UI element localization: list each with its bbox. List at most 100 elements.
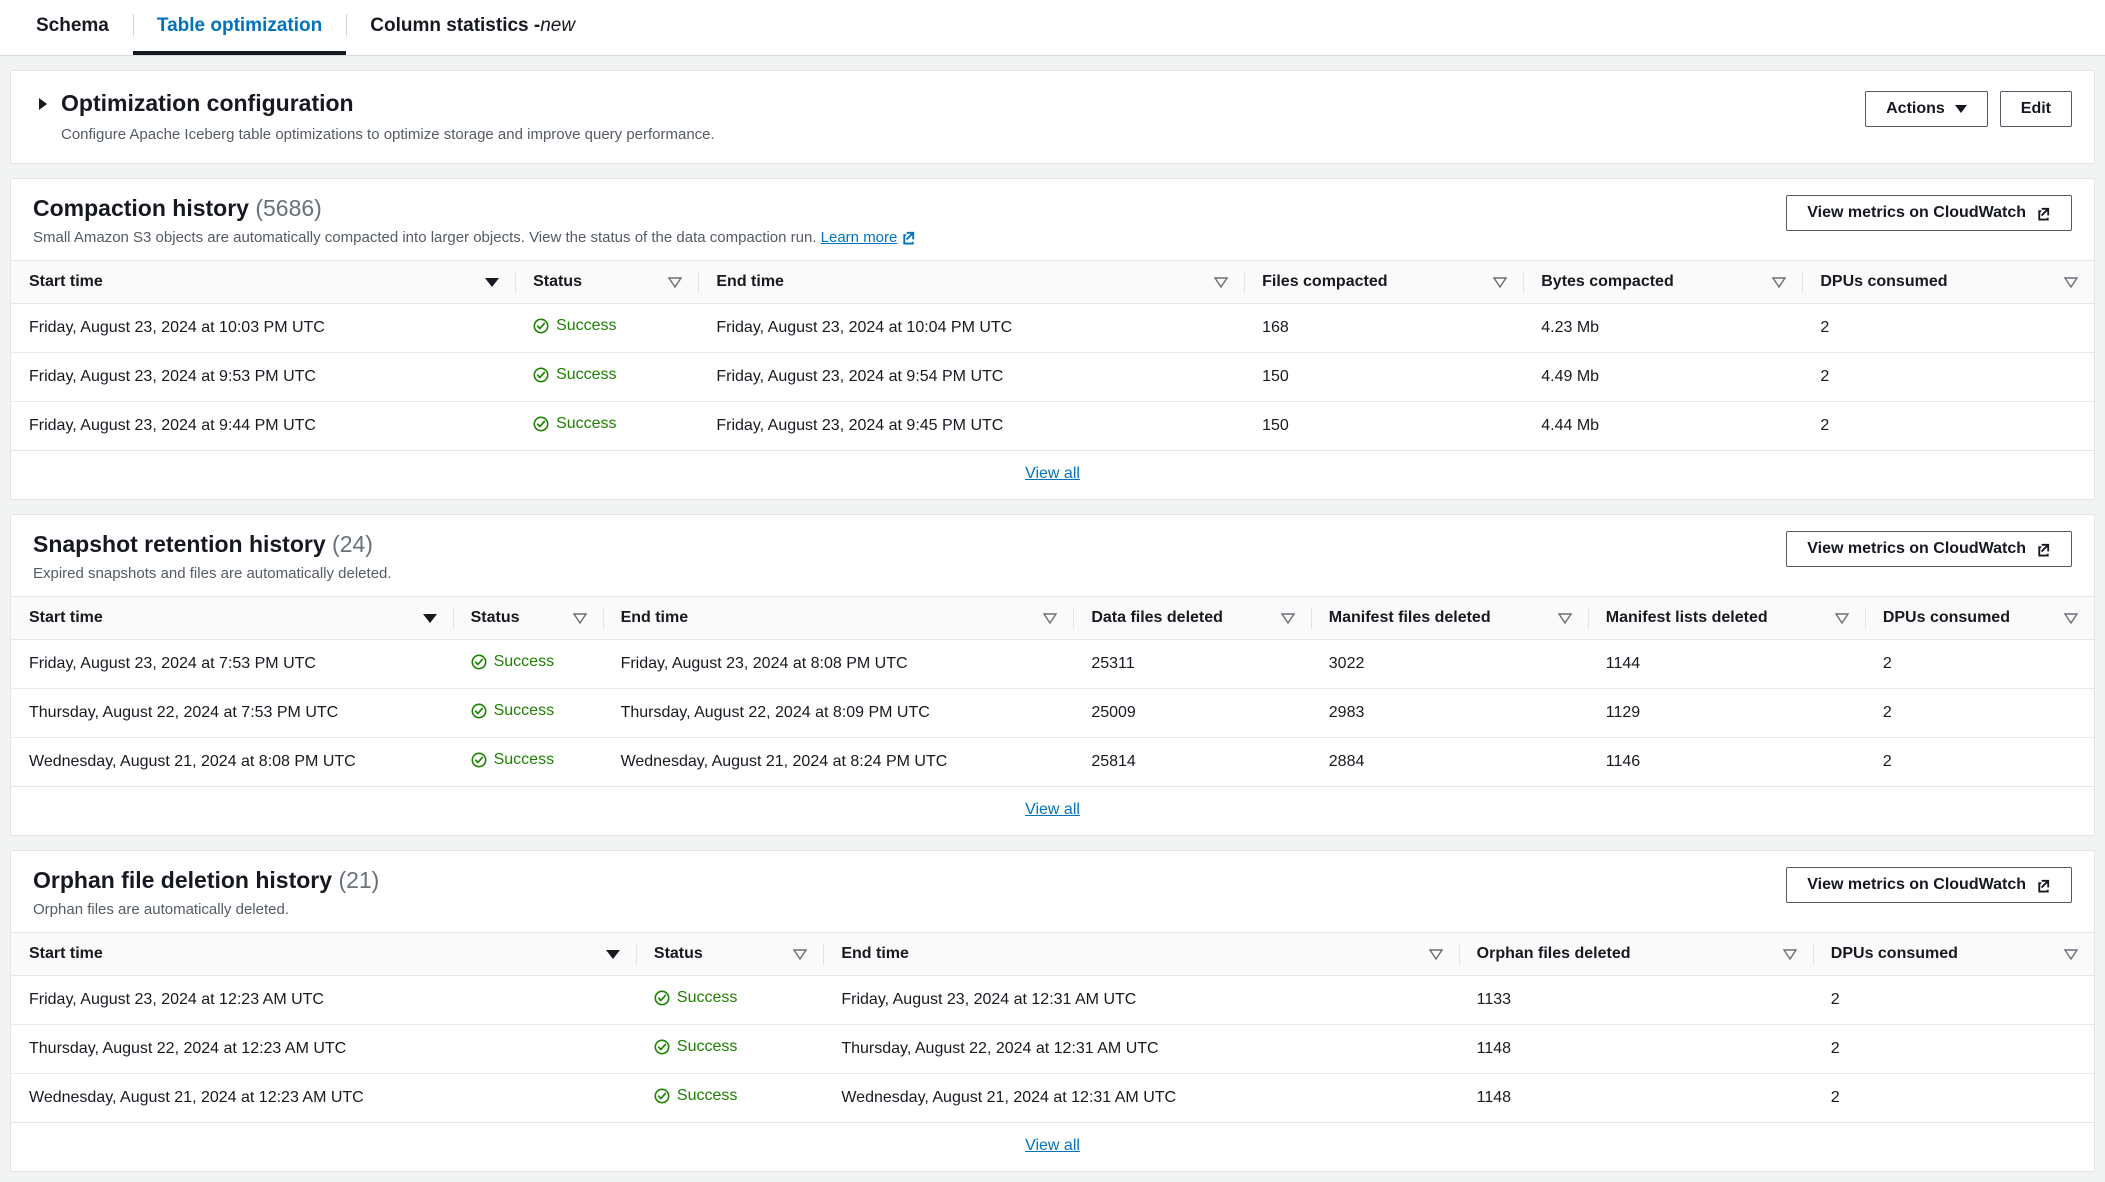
column-header-label: Start time <box>29 945 103 963</box>
orphan-file-deletion-description: Orphan files are automatically deleted. <box>33 901 379 918</box>
success-check-icon <box>533 318 549 334</box>
cell-orphan-files-deleted: 1148 <box>1459 1025 1813 1074</box>
learn-more-link[interactable]: Learn more <box>821 229 917 246</box>
snapshot-retention-description: Expired snapshots and files are automati… <box>33 565 392 582</box>
column-header-label: Orphan files deleted <box>1477 945 1631 963</box>
snapshot-retention-heading-group: Snapshot retention history (24)Expired s… <box>33 531 392 582</box>
column-header-status[interactable]: Status <box>453 597 603 640</box>
sort-icon <box>1043 613 1057 624</box>
snapshot-retention-view-all-link[interactable]: View all <box>1025 801 1080 818</box>
compaction-view-all-link[interactable]: View all <box>1025 465 1080 482</box>
orphan-file-deletion-view-metrics-cloudwatch-button[interactable]: View metrics on CloudWatch <box>1786 867 2072 903</box>
table-row[interactable]: Wednesday, August 21, 2024 at 8:08 PM UT… <box>11 738 2094 787</box>
status-badge: Success <box>654 989 737 1007</box>
table-row[interactable]: Thursday, August 22, 2024 at 7:53 PM UTC… <box>11 689 2094 738</box>
optimization-configuration-header: Optimization configuration Configure Apa… <box>33 89 715 143</box>
optimization-configuration-description: Configure Apache Iceberg table optimizat… <box>61 126 715 143</box>
status-badge: Success <box>654 1038 737 1056</box>
compaction-view-metrics-cloudwatch-button[interactable]: View metrics on CloudWatch <box>1786 195 2072 231</box>
column-header-status[interactable]: Status <box>515 261 698 304</box>
cell-start-time: Friday, August 23, 2024 at 9:53 PM UTC <box>11 353 515 402</box>
status-label: Success <box>494 653 554 671</box>
status-badge: Success <box>533 366 616 384</box>
column-header-start-time[interactable]: Start time <box>11 597 453 640</box>
actions-button[interactable]: Actions <box>1865 91 1988 127</box>
table-row[interactable]: Friday, August 23, 2024 at 7:53 PM UTCSu… <box>11 640 2094 689</box>
column-header-bytes-compacted[interactable]: Bytes compacted <box>1523 261 1802 304</box>
sort-icon-wrapper <box>1783 949 1797 960</box>
cell-status: Success <box>453 640 603 689</box>
table-header-row: Start timeStatusEnd time Files compacted B… <box>11 261 2094 304</box>
cell-status: Success <box>453 689 603 738</box>
sort-icon-wrapper <box>668 277 682 288</box>
cell-end-time: Friday, August 23, 2024 at 8:08 PM UTC <box>603 640 1074 689</box>
cell-start-time: Thursday, August 22, 2024 at 12:23 AM UT… <box>11 1025 636 1074</box>
table-row[interactable]: Friday, August 23, 2024 at 10:03 PM UTCS… <box>11 304 2094 353</box>
edit-button[interactable]: Edit <box>2000 91 2072 127</box>
cell-manifest-files-deleted: 2884 <box>1311 738 1588 787</box>
cell-data-files-deleted: 25009 <box>1073 689 1310 738</box>
column-header-start-time[interactable]: Start time <box>11 933 636 976</box>
status-badge: Success <box>471 751 554 769</box>
expand-collapse-caret-icon[interactable] <box>39 98 47 110</box>
column-header-start-time[interactable]: Start time <box>11 261 515 304</box>
sort-icon-wrapper <box>2064 949 2078 960</box>
sort-icon <box>2064 613 2078 624</box>
sort-icon <box>1558 613 1572 624</box>
column-header-end-time[interactable]: End time <box>698 261 1244 304</box>
column-header-status[interactable]: Status <box>636 933 823 976</box>
external-link-icon <box>2036 206 2051 221</box>
cell-manifest-lists-deleted: 1144 <box>1588 640 1865 689</box>
column-header-dpus-consumed[interactable]: DPUs consumed <box>1865 597 2094 640</box>
compaction-card: Compaction history (5686) Small Amazon S3… <box>10 178 2095 500</box>
success-check-icon <box>471 703 487 719</box>
cell-manifest-files-deleted: 2983 <box>1311 689 1588 738</box>
cell-files-compacted: 150 <box>1244 402 1523 451</box>
success-check-icon <box>654 1088 670 1104</box>
column-header-dpus-consumed[interactable]: DPUs consumed <box>1802 261 2094 304</box>
tab-table-optimization[interactable]: Table optimization <box>133 0 346 55</box>
cell-start-time: Wednesday, August 21, 2024 at 8:08 PM UT… <box>11 738 453 787</box>
column-header-manifest-files-deleted[interactable]: Manifest files deleted <box>1311 597 1588 640</box>
external-link-icon <box>901 230 916 245</box>
cell-end-time: Friday, August 23, 2024 at 12:31 AM UTC <box>823 976 1458 1025</box>
cloudwatch-button-label: View metrics on CloudWatch <box>1807 532 2026 566</box>
compaction-header: Compaction history (5686) Small Amazon S3… <box>11 179 2094 260</box>
snapshot-retention-card: Snapshot retention history (24)Expired s… <box>10 514 2095 836</box>
cell-end-time: Friday, August 23, 2024 at 10:04 PM UTC <box>698 304 1244 353</box>
actions-button-label: Actions <box>1886 92 1945 126</box>
sort-icon-wrapper <box>1043 613 1057 624</box>
table-row[interactable]: Friday, August 23, 2024 at 9:44 PM UTCSu… <box>11 402 2094 451</box>
cell-start-time: Friday, August 23, 2024 at 10:03 PM UTC <box>11 304 515 353</box>
table-row[interactable]: Friday, August 23, 2024 at 9:53 PM UTC Su… <box>11 353 2094 402</box>
sort-icon-wrapper <box>1835 613 1849 624</box>
table-row[interactable]: Thursday, August 22, 2024 at 12:23 AM UT… <box>11 1025 2094 1074</box>
column-header-dpus-consumed[interactable]: DPUs consumed <box>1813 933 2094 976</box>
sort-icon <box>668 277 682 288</box>
status-label: Success <box>494 702 554 720</box>
table-row[interactable]: Wednesday, August 21, 2024 at 12:23 AM U… <box>11 1074 2094 1123</box>
column-header-orphan-files-deleted[interactable]: Orphan files deleted <box>1459 933 1813 976</box>
table-row[interactable]: Friday, August 23, 2024 at 12:23 AM UTCS… <box>11 976 2094 1025</box>
column-header-end-time[interactable]: End time <box>603 597 1074 640</box>
cell-orphan-files-deleted: 1148 <box>1459 1074 1813 1123</box>
success-check-icon <box>471 752 487 768</box>
snapshot-retention-view-metrics-cloudwatch-button[interactable]: View metrics on CloudWatch <box>1786 531 2072 567</box>
column-header-label: Data files deleted <box>1091 609 1223 627</box>
tab-column-statistics[interactable]: Column statistics - new <box>346 0 599 55</box>
column-header-manifest-lists-deleted[interactable]: Manifest lists deleted <box>1588 597 1865 640</box>
column-header-label: Files compacted <box>1262 273 1387 291</box>
sort-icon-wrapper <box>1429 949 1443 960</box>
cell-manifest-lists-deleted: 1146 <box>1588 738 1865 787</box>
orphan-file-deletion-title: Orphan file deletion history (21) <box>33 867 379 894</box>
section-count: (5686) <box>255 195 321 221</box>
section-description-text: Small Amazon S3 objects are automaticall… <box>33 229 816 246</box>
column-header-files-compacted[interactable]: Files compacted <box>1244 261 1523 304</box>
compaction-title: Compaction history (5686) <box>33 195 916 222</box>
column-header-data-files-deleted[interactable]: Data files deleted <box>1073 597 1310 640</box>
sort-icon <box>1281 613 1295 624</box>
column-header-end-time[interactable]: End time <box>823 933 1458 976</box>
column-header-label: End time <box>621 609 689 627</box>
orphan-file-deletion-view-all-link[interactable]: View all <box>1025 1137 1080 1154</box>
tab-schema[interactable]: Schema <box>12 0 133 55</box>
